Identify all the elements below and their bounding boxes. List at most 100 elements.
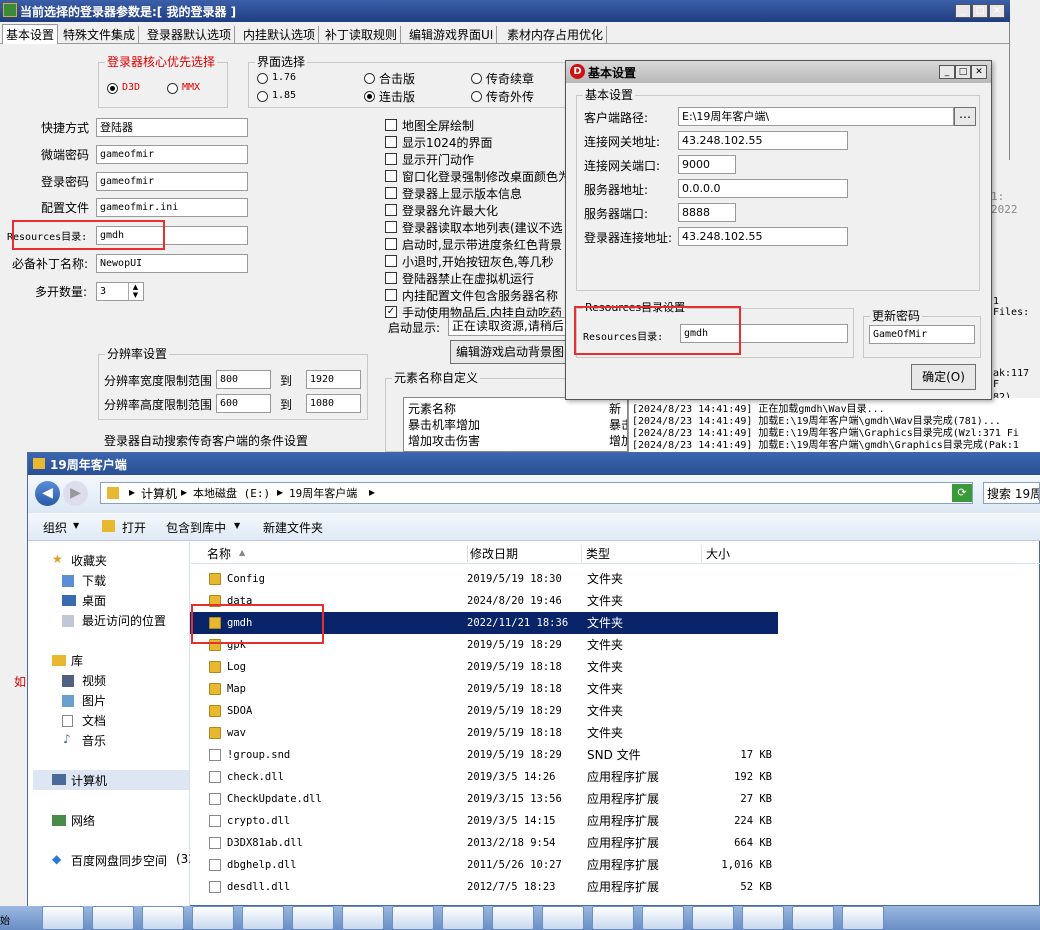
- dialog-titlebar[interactable]: D 基本设置 _ □ ✕: [566, 61, 991, 83]
- option-checkbox[interactable]: [385, 289, 397, 301]
- nav-music[interactable]: 音乐: [82, 732, 106, 749]
- back-button[interactable]: ◀: [35, 481, 60, 506]
- nav-library[interactable]: 库: [71, 652, 83, 669]
- startup-display-input[interactable]: 正在读取资源,请稍后: [448, 317, 568, 336]
- maximize-button[interactable]: □: [972, 4, 988, 18]
- main-titlebar[interactable]: 当前选择的登录器参数是:[ 我的登录器 ] _ □ ✕: [0, 0, 1010, 22]
- ui-lianji-radio[interactable]: [364, 91, 375, 102]
- server-icon[interactable]: [42, 906, 84, 930]
- game-icon[interactable]: [492, 906, 534, 930]
- gateway-addr-input[interactable]: 43.248.102.55: [678, 131, 848, 150]
- ui-xuzhang-radio[interactable]: [471, 73, 482, 84]
- nav-computer-row[interactable]: 计算机: [33, 770, 189, 790]
- option-checkbox[interactable]: [385, 136, 397, 148]
- nav-baidu[interactable]: 百度网盘同步空间: [71, 852, 167, 869]
- col-date[interactable]: 修改日期: [467, 545, 518, 562]
- option-checkbox[interactable]: [385, 255, 397, 267]
- tab-edit-ui[interactable]: 编辑游戏界面UI: [406, 26, 498, 43]
- file-row[interactable]: SDOA 2019/5/19 18:29 文件夹: [190, 700, 778, 722]
- game-icon[interactable]: [842, 906, 884, 930]
- element-row-name[interactable]: 增加攻击伤害: [408, 432, 480, 449]
- server-addr-input[interactable]: 0.0.0.0: [678, 179, 848, 198]
- login-password-input[interactable]: gameofmir: [96, 172, 248, 191]
- app-icon[interactable]: [242, 906, 284, 930]
- res-height-from[interactable]: 600: [216, 394, 271, 413]
- winrar-icon[interactable]: [742, 906, 784, 930]
- ui-heji-radio[interactable]: [364, 73, 375, 84]
- game-icon[interactable]: [642, 906, 684, 930]
- nav-video[interactable]: 视频: [82, 672, 106, 689]
- ui-waizhuan-radio[interactable]: [471, 91, 482, 102]
- option-checkbox[interactable]: [385, 272, 397, 284]
- tab-patch-rules[interactable]: 补丁读取规则: [322, 26, 402, 43]
- file-row[interactable]: crypto.dll 2019/3/5 14:15 应用程序扩展 224 KB: [190, 810, 778, 832]
- tab-plugin-defaults[interactable]: 内挂默认选项: [240, 26, 320, 43]
- file-row[interactable]: gmdh 2022/11/21 18:36 文件夹: [190, 612, 778, 634]
- element-row-new[interactable]: 暴击: [609, 416, 627, 433]
- launcher-icon[interactable]: [292, 906, 334, 930]
- file-row[interactable]: CheckUpdate.dll 2019/3/15 13:56 应用程序扩展 27 K…: [190, 788, 778, 810]
- arrow-icon[interactable]: [92, 906, 134, 930]
- tab-memory-opt[interactable]: 素材内存占用优化: [504, 26, 608, 43]
- ui-185-radio[interactable]: [257, 91, 268, 102]
- game-icon[interactable]: [692, 906, 734, 930]
- minimize-button[interactable]: _: [955, 4, 971, 18]
- launcher-icon[interactable]: [792, 906, 834, 930]
- dialog-maximize-button[interactable]: □: [955, 65, 971, 79]
- ui-176-radio[interactable]: [257, 73, 268, 84]
- game-icon[interactable]: [342, 906, 384, 930]
- refresh-button[interactable]: ⟳: [952, 484, 972, 502]
- col-name[interactable]: 名称: [207, 545, 231, 562]
- file-row[interactable]: Log 2019/5/19 18:18 文件夹: [190, 656, 778, 678]
- option-checkbox[interactable]: ✓: [385, 306, 397, 318]
- start-button[interactable]: 始: [0, 912, 10, 927]
- patch-name-input[interactable]: NewopUI: [96, 254, 248, 273]
- open-button[interactable]: 打开: [122, 519, 146, 536]
- option-checkbox[interactable]: [385, 153, 397, 165]
- include-library-button[interactable]: 包含到库中: [166, 519, 226, 536]
- dialog-minimize-button[interactable]: _: [939, 65, 955, 79]
- file-row[interactable]: Map 2019/5/19 18:18 文件夹: [190, 678, 778, 700]
- element-row-new[interactable]: 增加: [609, 432, 627, 449]
- resources-dir-input[interactable]: gmdh: [96, 226, 248, 245]
- browse-button[interactable]: …: [954, 107, 976, 126]
- new-folder-button[interactable]: 新建文件夹: [263, 519, 323, 536]
- gateway-port-input[interactable]: 9000: [678, 155, 736, 174]
- dialog-ok-button[interactable]: 确定(O): [911, 364, 976, 390]
- tab-basic[interactable]: 基本设置: [2, 24, 59, 44]
- option-checkbox[interactable]: [385, 170, 397, 182]
- option-checkbox[interactable]: [385, 187, 397, 199]
- organize-button[interactable]: 组织: [43, 519, 67, 536]
- col-type[interactable]: 类型: [581, 545, 610, 562]
- file-row[interactable]: dbghelp.dll 2011/5/26 10:27 应用程序扩展 1,016 KB: [190, 854, 778, 876]
- search-input[interactable]: 搜索 19周: [983, 482, 1040, 504]
- tab-launcher-defaults[interactable]: 登录器默认选项: [144, 26, 236, 43]
- res-width-from[interactable]: 800: [216, 370, 271, 389]
- multi-open-spin[interactable]: ▲ ▼: [128, 283, 142, 300]
- nav-docs[interactable]: 文档: [82, 712, 106, 729]
- element-row-name[interactable]: 暴击机率增加: [408, 416, 480, 433]
- server-port-input[interactable]: 8888: [678, 203, 736, 222]
- dialog-resources-input[interactable]: gmdh: [680, 324, 848, 343]
- nav-network[interactable]: 网络: [71, 812, 95, 829]
- nav-downloads[interactable]: 下载: [82, 572, 106, 589]
- file-row[interactable]: !group.snd 2019/5/19 18:29 SND 文件 17 KB: [190, 744, 778, 766]
- shortcut-input[interactable]: 登陆器: [96, 118, 248, 137]
- address-crumb[interactable]: 本地磁盘 (E:): [193, 485, 270, 501]
- explorer-titlebar[interactable]: 19周年客户端: [28, 453, 1040, 475]
- file-row[interactable]: check.dll 2019/3/5 14:26 应用程序扩展 192 KB: [190, 766, 778, 788]
- game-icon[interactable]: [542, 906, 584, 930]
- res-height-to[interactable]: 1080: [306, 394, 361, 413]
- option-checkbox[interactable]: [385, 221, 397, 233]
- address-crumb[interactable]: 19周年客户端: [289, 485, 357, 501]
- tab-special-files[interactable]: 特殊文件集成: [60, 26, 140, 43]
- file-row[interactable]: Config 2019/5/19 18:30 文件夹: [190, 568, 778, 590]
- file-row[interactable]: gpk 2019/5/19 18:29 文件夹: [190, 634, 778, 656]
- edit-startup-bg-button[interactable]: 编辑游戏启动背景图: [450, 340, 570, 364]
- file-row[interactable]: data 2024/8/20 19:46 文件夹: [190, 590, 778, 612]
- game-icon[interactable]: [392, 906, 434, 930]
- explorer-icon[interactable]: [142, 906, 184, 930]
- game-icon[interactable]: [592, 906, 634, 930]
- d3d-radio[interactable]: [107, 83, 118, 94]
- micro-password-input[interactable]: gameofmir: [96, 145, 248, 164]
